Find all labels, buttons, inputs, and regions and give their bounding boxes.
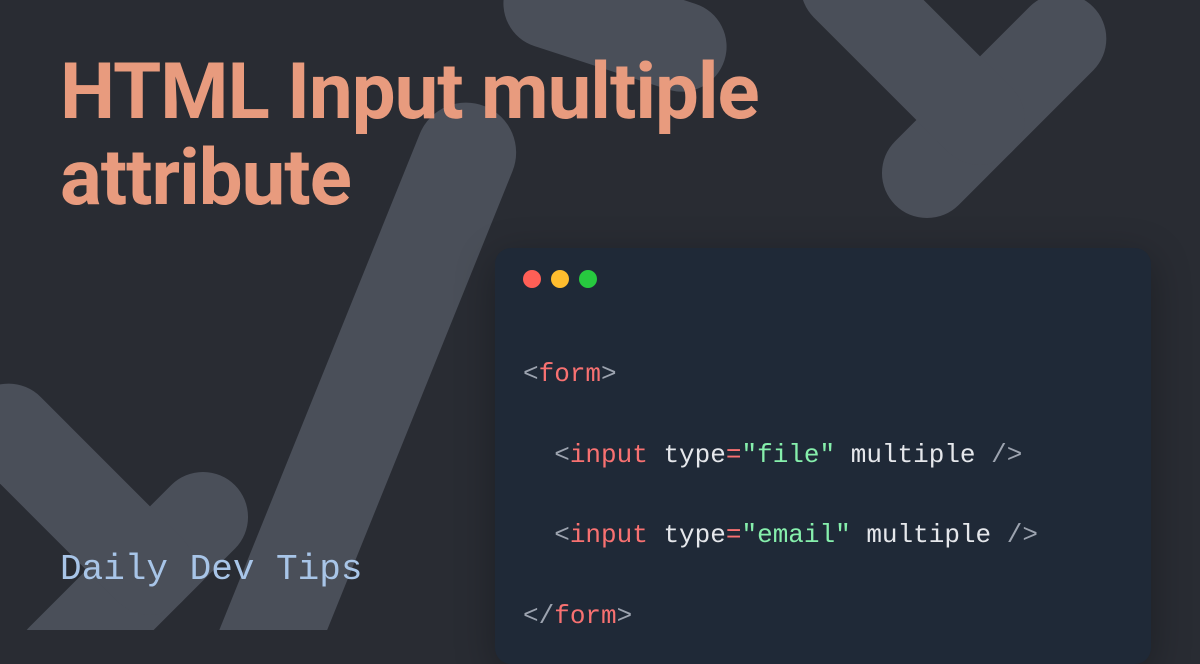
window-close-icon	[523, 270, 541, 288]
window-controls	[523, 270, 1123, 288]
window-minimize-icon	[551, 270, 569, 288]
code-line-3: <input type="email" multiple />	[523, 515, 1123, 555]
code-snippet: <form> <input type="file" multiple /> <i…	[523, 314, 1123, 636]
code-window: <form> <input type="file" multiple /> <i…	[495, 248, 1151, 664]
page-title: HTML Input multiple attribute	[60, 50, 759, 222]
footer-brand: Daily Dev Tips	[60, 549, 362, 590]
code-line-2: <input type="file" multiple />	[523, 435, 1123, 475]
title-line-2: attribute	[60, 133, 351, 224]
code-line-4: </form>	[523, 596, 1123, 636]
window-zoom-icon	[579, 270, 597, 288]
title-line-1: HTML Input multiple	[60, 47, 759, 138]
code-line-1: <form>	[523, 354, 1123, 394]
